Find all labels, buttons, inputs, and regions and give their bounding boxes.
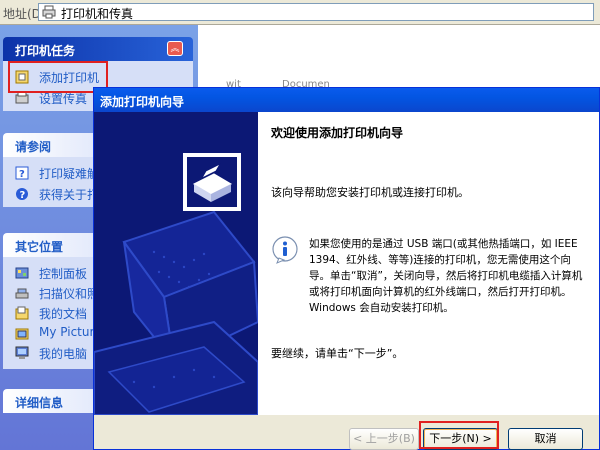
other-places-title: 其它位置 (15, 240, 64, 254)
highlight-box-next (419, 421, 499, 449)
collapse-chevron-icon[interactable]: ︽ (167, 41, 183, 56)
cancel-button[interactable]: 取消 (508, 428, 583, 450)
add-printer-wizard-dialog: 添加打印机向导 欢迎使用添加打印机向导 该向导帮助您安装打印机或连接打印机。 如… (93, 87, 600, 450)
place-my-computer-label: 我的电脑 (39, 347, 88, 361)
wizard-title: 添加打印机向导 (100, 95, 185, 109)
printer-tasks-title: 打印机任务 (15, 44, 76, 58)
wizard-title-bar[interactable]: 添加打印机向导 (94, 88, 599, 112)
scanner-icon (15, 288, 29, 299)
see-also-title: 请参阅 (15, 140, 52, 154)
fax-icon (15, 91, 29, 104)
help-icon: ? (15, 166, 29, 180)
place-scanners-label: 扫描仪和照 (39, 287, 100, 301)
documents-icon (15, 306, 29, 320)
link-get-info-label: 获得关于打 (39, 188, 100, 202)
details-title: 详细信息 (15, 396, 64, 410)
place-my-documents-label: 我的文档 (39, 307, 88, 321)
pictures-icon (15, 328, 29, 340)
wizard-welcome-panel: 欢迎使用添加打印机向导 该向导帮助您安装打印机或连接打印机。 如果您使用的是通过… (258, 112, 599, 415)
wizard-info-text: 如果您使用的是通过 USB 端口(或其他热插端口，如 IEEE 1394、红外线… (309, 238, 583, 314)
address-value: 打印机和传真 (61, 7, 134, 21)
svg-text:?: ? (19, 169, 25, 180)
wizard-description: 该向导帮助您安装打印机或连接打印机。 (271, 186, 469, 199)
wizard-heading: 欢迎使用添加打印机向导 (271, 126, 404, 140)
computer-icon (15, 346, 29, 359)
info-icon: ? (16, 188, 28, 201)
svg-text:?: ? (20, 190, 26, 201)
address-bar: 地址(D) 打印机和传真 (0, 0, 600, 25)
info-balloon-icon (272, 236, 298, 264)
link-print-troubleshoot-label: 打印疑难解 (39, 167, 100, 181)
printer-folder-icon (42, 5, 56, 19)
wizard-continue-text: 要继续，请单击“下一步”。 (271, 347, 404, 360)
wizard-side-illustration (94, 112, 258, 415)
wizard-printer-art (94, 112, 258, 415)
control-panel-icon (15, 267, 29, 279)
back-button[interactable]: < 上一步(B) (349, 428, 419, 450)
printer-tasks-header[interactable]: 打印机任务 ︽ (3, 37, 193, 61)
address-input[interactable]: 打印机和传真 (38, 3, 594, 21)
place-control-panel-label: 控制面板 (39, 267, 88, 281)
